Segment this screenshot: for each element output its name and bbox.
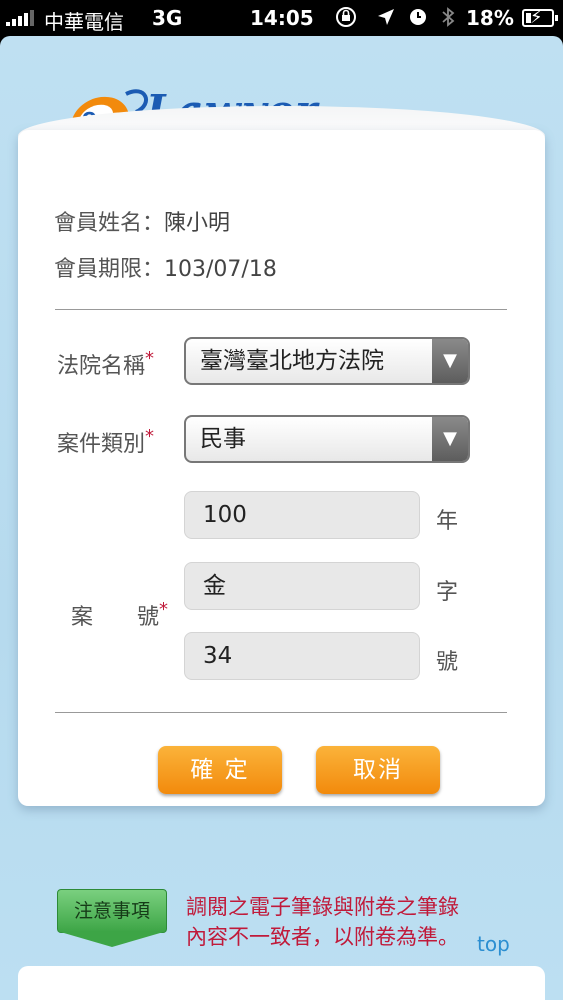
battery-percent: 18% bbox=[466, 6, 514, 30]
required-mark: * bbox=[145, 426, 155, 447]
category-select-value: 民事 bbox=[200, 426, 246, 452]
court-label-text: 法院名稱 bbox=[57, 354, 146, 379]
network-type: 3G bbox=[152, 6, 183, 30]
cancel-button[interactable]: 取消 bbox=[316, 746, 440, 794]
case-number-input[interactable]: 34 bbox=[184, 632, 420, 680]
member-expiry-row: 會員期限：103/07/18 bbox=[54, 251, 277, 283]
case-year-value: 100 bbox=[203, 502, 247, 528]
court-select-value: 臺灣臺北地方法院 bbox=[200, 348, 384, 374]
case-word-input[interactable]: 金 bbox=[184, 562, 420, 610]
member-name-row: 會員姓名：陳小明 bbox=[54, 205, 230, 237]
battery-icon: ⚡ bbox=[522, 7, 558, 28]
case-number-value: 34 bbox=[203, 643, 233, 669]
divider-top bbox=[55, 309, 507, 310]
member-expiry-value: 103/07/18 bbox=[164, 257, 277, 282]
notice-tag-pointer bbox=[57, 931, 167, 947]
carrier-name: 中華電信 bbox=[44, 10, 124, 34]
notice-tag: 注意事項 bbox=[57, 889, 167, 949]
location-arrow-icon bbox=[378, 9, 394, 25]
case-number-unit: 號 bbox=[436, 650, 459, 675]
dropdown-arrow-icon: ▼ bbox=[432, 417, 468, 461]
member-name-label: 會員姓名： bbox=[54, 211, 165, 236]
category-select[interactable]: 民事 ▼ bbox=[184, 415, 470, 463]
bluetooth-icon bbox=[442, 7, 455, 27]
member-expiry-label: 會員期限： bbox=[54, 257, 165, 282]
notice-tag-label: 注意事項 bbox=[57, 889, 167, 933]
notice-text: 調閱之電子筆錄與附卷之筆錄內容不一致者，以附卷為準。 bbox=[186, 895, 459, 949]
status-bar: 中華電信 3G 14:05 18% ⚡ bbox=[0, 0, 563, 36]
case-number-label: 案 號* bbox=[57, 574, 168, 631]
alarm-clock-icon bbox=[410, 9, 426, 25]
confirm-button[interactable]: 確 定 bbox=[158, 746, 282, 794]
dropdown-arrow-icon: ▼ bbox=[432, 339, 468, 383]
case-word-unit: 字 bbox=[436, 580, 459, 605]
required-mark: * bbox=[159, 599, 169, 620]
category-label-text: 案件類別 bbox=[57, 432, 146, 457]
case-number-label-text: 案 號 bbox=[71, 605, 160, 630]
rotation-lock-icon bbox=[336, 7, 356, 27]
court-label: 法院名稱* bbox=[57, 348, 154, 380]
case-year-unit: 年 bbox=[436, 509, 459, 534]
required-mark: * bbox=[145, 348, 155, 369]
signal-strength-icon bbox=[6, 10, 34, 26]
divider-bottom bbox=[55, 712, 507, 713]
back-to-top-link[interactable]: top bbox=[477, 932, 510, 956]
bottom-card bbox=[18, 966, 545, 1000]
case-word-value: 金 bbox=[203, 573, 226, 599]
category-label: 案件類別* bbox=[57, 426, 154, 458]
court-select[interactable]: 臺灣臺北地方法院 ▼ bbox=[184, 337, 470, 385]
member-name-value: 陳小明 bbox=[164, 211, 231, 236]
status-time: 14:05 bbox=[250, 6, 314, 30]
case-year-input[interactable]: 100 bbox=[184, 491, 420, 539]
